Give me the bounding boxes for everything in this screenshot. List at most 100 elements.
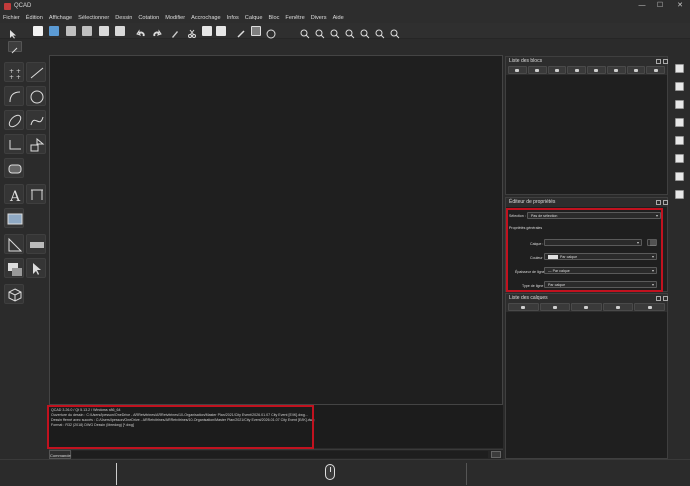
rename-block-icon[interactable] — [587, 66, 606, 74]
menu-aide[interactable]: Aide — [333, 15, 344, 21]
dimension-tool-icon[interactable] — [26, 184, 46, 204]
zoom-selection-icon[interactable] — [390, 26, 400, 39]
print-preview-icon[interactable] — [99, 26, 109, 36]
menu-modifier[interactable]: Modifier — [165, 15, 185, 21]
edit-layer-icon[interactable] — [634, 303, 665, 311]
zoom-window-icon[interactable] — [345, 26, 355, 39]
panel-float-icon[interactable] — [656, 59, 661, 64]
command-toggle-button[interactable] — [491, 451, 501, 458]
menu-calque[interactable]: Calque — [245, 15, 263, 21]
dock-history-icon[interactable] — [675, 154, 684, 163]
ruler-tool-icon[interactable] — [26, 234, 46, 254]
minimize-button[interactable]: — — [634, 0, 650, 12]
pen-icon[interactable] — [170, 26, 180, 38]
insert-block-icon[interactable] — [626, 66, 646, 74]
menu-fichier[interactable]: Fichier — [3, 15, 20, 21]
panel-float-icon[interactable] — [656, 200, 661, 205]
create-block-icon[interactable] — [646, 66, 665, 74]
new-icon[interactable] — [33, 26, 43, 36]
dock-clipboard-icon[interactable] — [675, 190, 684, 199]
title-bar: QCAD — ☐ ✕ — [0, 0, 690, 12]
edit-block-icon[interactable] — [606, 66, 626, 74]
menu-divers[interactable]: Divers — [311, 15, 327, 21]
command-line-bar: Commande : — [49, 449, 503, 467]
zoom-in-icon[interactable] — [300, 26, 310, 39]
panel-close-icon[interactable] — [663, 59, 668, 64]
image-tool-icon[interactable] — [4, 208, 24, 228]
tool-palette: + + + + A — [0, 54, 49, 459]
dock-layers-icon[interactable] — [675, 118, 684, 127]
circle-icon[interactable] — [266, 26, 276, 39]
layers-panel: Liste des calques — [505, 293, 668, 459]
panel-float-icon[interactable] — [656, 296, 661, 301]
menu-accrochage[interactable]: Accrochage — [191, 15, 221, 21]
point-tool-icon[interactable]: + + + + — [4, 62, 24, 82]
print-icon[interactable] — [115, 26, 125, 36]
drawing-canvas[interactable] — [49, 55, 503, 405]
pencil-icon[interactable] — [236, 26, 246, 38]
window-title: QCAD — [14, 3, 32, 9]
line-tool-icon[interactable] — [26, 62, 46, 82]
image-icon[interactable] — [251, 26, 261, 36]
layers-panel-title-text: Liste des calques — [509, 295, 548, 301]
paste-icon[interactable] — [216, 26, 226, 36]
add-block-icon[interactable] — [547, 66, 567, 74]
remove-block-icon[interactable] — [567, 66, 586, 74]
block-tool-icon[interactable] — [4, 284, 24, 304]
menu-infos[interactable]: Infos — [227, 15, 239, 21]
hide-all-layers-icon[interactable] — [539, 303, 571, 311]
menu-fenetre[interactable]: Fenêtre — [285, 15, 304, 21]
text-tool-icon[interactable]: A — [4, 184, 24, 204]
show-all-layers-icon[interactable] — [508, 303, 539, 311]
zoom-previous-icon[interactable] — [375, 26, 385, 39]
spline-tool-icon[interactable] — [26, 110, 46, 130]
highlight-box-properties — [506, 208, 663, 292]
save-as-icon[interactable] — [82, 26, 92, 36]
app-icon — [4, 2, 11, 10]
maximize-button[interactable]: ☐ — [652, 0, 668, 12]
save-icon[interactable] — [66, 26, 76, 36]
zoom-out-icon[interactable] — [315, 26, 325, 39]
dock-edit-icon[interactable] — [675, 82, 684, 91]
blocks-panel: Liste des blocs — [505, 56, 668, 195]
pointer-icon[interactable] — [8, 26, 18, 39]
shape-tool-icon[interactable] — [26, 134, 46, 154]
menu-edition[interactable]: Édition — [26, 15, 43, 21]
show-all-icon[interactable] — [508, 66, 527, 74]
remove-layer-icon[interactable] — [602, 303, 634, 311]
cut-icon[interactable] — [187, 26, 197, 38]
document-tab[interactable] — [8, 41, 22, 54]
add-layer-icon[interactable] — [571, 303, 602, 311]
arc-tool-icon[interactable] — [4, 86, 24, 106]
hide-all-icon[interactable] — [527, 66, 547, 74]
zoom-icon[interactable] — [330, 26, 340, 39]
dock-properties-icon[interactable] — [675, 64, 684, 73]
menu-dessin[interactable]: Dessin — [115, 15, 132, 21]
dock-blocks-icon[interactable] — [675, 100, 684, 109]
ellipse-tool-icon[interactable] — [4, 110, 24, 130]
modify-tool-icon[interactable] — [4, 258, 24, 278]
menu-affichage[interactable]: Affichage — [49, 15, 72, 21]
polyline-tool-icon[interactable] — [4, 134, 24, 154]
close-button[interactable]: ✕ — [672, 0, 688, 12]
undo-icon[interactable] — [136, 26, 146, 37]
dock-library-icon[interactable] — [675, 136, 684, 145]
panel-close-icon[interactable] — [663, 296, 668, 301]
hatch-tool-icon[interactable] — [4, 158, 24, 178]
redo-icon[interactable] — [152, 26, 162, 37]
blocks-panel-toolbar — [506, 66, 667, 75]
zoom-fit-icon[interactable] — [360, 26, 370, 39]
dock-viewports-icon[interactable] — [675, 172, 684, 181]
right-dock-strip — [670, 54, 690, 459]
circle-tool-icon[interactable] — [26, 86, 46, 106]
menu-selectionner[interactable]: Sélectionner — [78, 15, 109, 21]
measure-tool-icon[interactable] — [4, 234, 24, 254]
panel-close-icon[interactable] — [663, 200, 668, 205]
copy-icon[interactable] — [202, 26, 212, 36]
menu-bloc[interactable]: Bloc — [269, 15, 280, 21]
command-input[interactable] — [72, 451, 488, 458]
menu-cotation[interactable]: Cotation — [138, 15, 159, 21]
select-tool-icon[interactable] — [26, 258, 46, 278]
open-icon[interactable] — [49, 26, 59, 36]
svg-text:A: A — [9, 189, 21, 203]
